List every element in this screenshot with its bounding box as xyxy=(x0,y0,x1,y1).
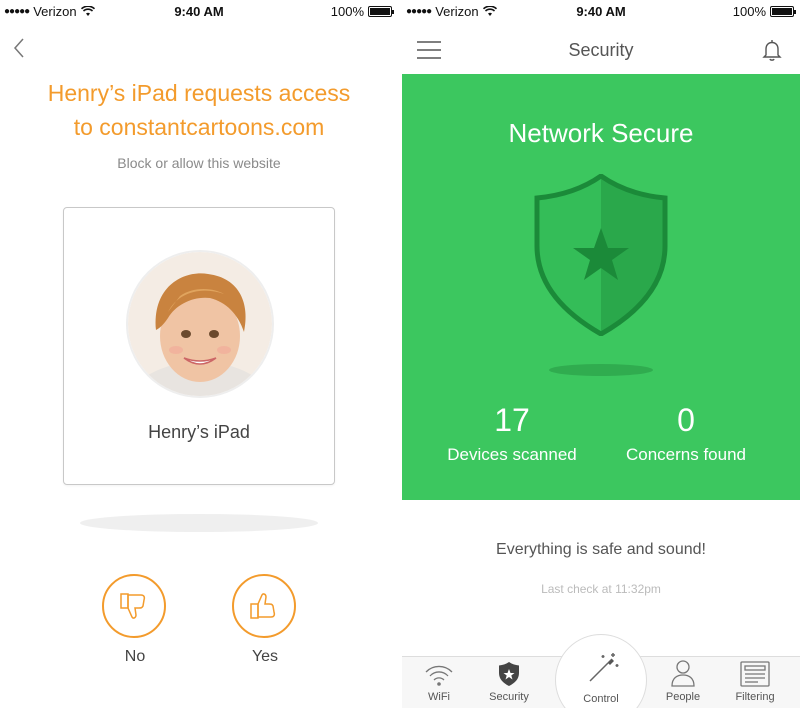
filter-icon xyxy=(740,661,770,687)
yes-label: Yes xyxy=(251,648,279,665)
devices-scanned-stat: 17 Devices scanned xyxy=(422,402,602,465)
no-label: No xyxy=(124,648,146,665)
concerns-found-stat: 0 Concerns found xyxy=(596,402,776,465)
shield-icon xyxy=(499,662,519,686)
thumbs-up-icon xyxy=(250,593,276,619)
person-icon xyxy=(671,660,695,687)
back-chevron-icon[interactable] xyxy=(10,34,30,62)
device-card: Henry’s iPad xyxy=(63,207,335,485)
wifi-icon xyxy=(425,665,453,686)
status-bar: ●●●●● Verizon 9:40 AM 100% xyxy=(0,0,398,22)
no-button-circle[interactable] xyxy=(102,574,166,638)
yes-button-circle[interactable] xyxy=(232,574,296,638)
request-title-line2: to constantcartoons.com xyxy=(73,114,325,140)
no-button[interactable]: No xyxy=(102,574,168,666)
tab-control-label: Control xyxy=(583,693,619,705)
network-status-title: Network Secure xyxy=(508,118,694,148)
last-check-time: Last check at 11:32pm xyxy=(541,582,661,596)
bell-icon[interactable] xyxy=(760,38,784,62)
shield-shadow xyxy=(549,364,653,376)
request-subtitle: Block or allow this website xyxy=(117,155,281,171)
network-status-panel: Network Secure 17 Devices scanned 0 Conc… xyxy=(402,74,800,500)
device-name: Henry’s iPad xyxy=(148,422,250,442)
concerns-found-caption: Concerns found xyxy=(625,445,747,464)
request-title-line1: Henry’s iPad requests access xyxy=(47,80,351,106)
tab-wifi[interactable]: WiFi xyxy=(404,657,474,703)
battery-percent: 100% xyxy=(330,4,364,19)
tab-people[interactable]: People xyxy=(648,657,718,703)
shield-star-icon xyxy=(534,174,668,336)
tab-filtering-label: Filtering xyxy=(735,691,775,703)
devices-scanned-caption: Devices scanned xyxy=(447,445,577,464)
access-request-screen: ●●●●● Verizon 9:40 AM 100% Henry’s iPad … xyxy=(0,0,398,708)
request-title: Henry’s iPad requests access to constant… xyxy=(0,76,398,144)
status-bar: ●●●●● Verizon 9:40 AM 100% xyxy=(402,0,800,22)
tab-people-label: People xyxy=(665,691,701,703)
yes-button[interactable]: Yes xyxy=(232,574,298,666)
tab-control[interactable]: Control xyxy=(555,634,647,708)
tab-filtering[interactable]: Filtering xyxy=(720,657,790,703)
tab-wifi-label: WiFi xyxy=(428,691,450,703)
battery-percent: 100% xyxy=(732,4,766,19)
tab-security[interactable]: Security xyxy=(474,657,544,703)
card-shadow xyxy=(80,514,318,532)
nav-bar: Security xyxy=(402,22,800,74)
thumbs-down-icon xyxy=(120,593,146,619)
tab-security-label: Security xyxy=(489,691,529,703)
battery-status: 100% xyxy=(330,4,394,19)
avatar xyxy=(126,250,274,398)
security-screen: ●●●●● Verizon 9:40 AM 100% Security Netw… xyxy=(402,0,800,708)
battery-icon xyxy=(770,6,796,17)
battery-icon xyxy=(368,6,394,17)
safe-message: Everything is safe and sound! xyxy=(496,541,706,558)
devices-scanned-value: 17 xyxy=(494,402,530,438)
battery-status: 100% xyxy=(732,4,796,19)
magic-wand-icon xyxy=(589,653,619,682)
page-title: Security xyxy=(568,40,634,60)
child-photo xyxy=(128,252,272,396)
concerns-found-value: 0 xyxy=(677,402,695,438)
